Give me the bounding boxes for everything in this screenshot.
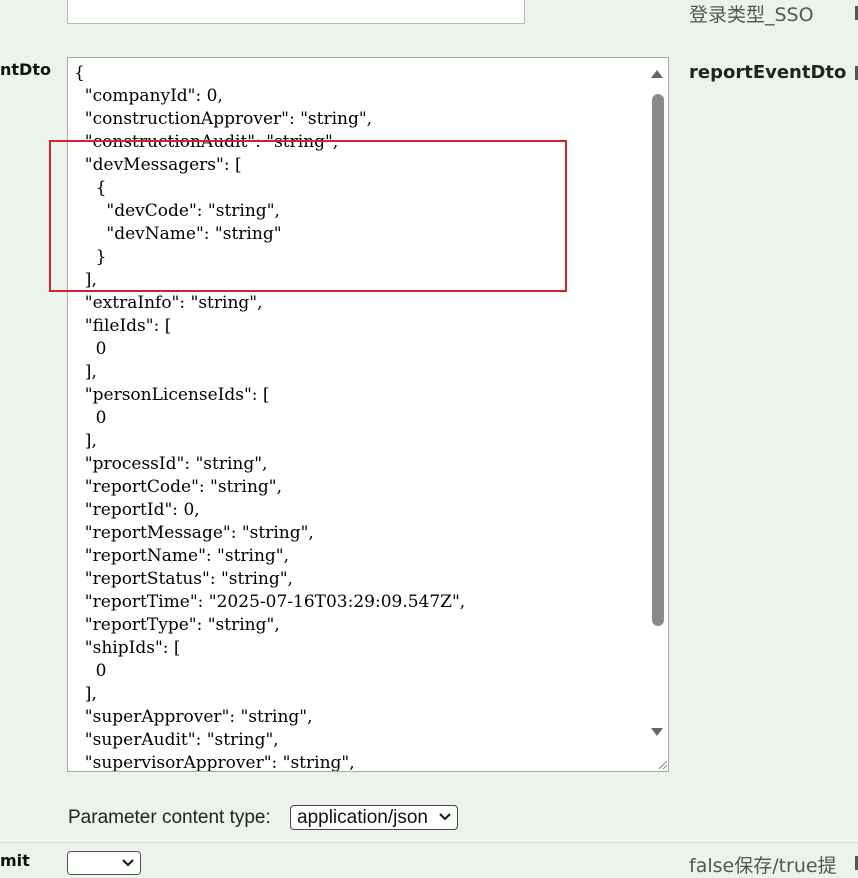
- next-parameter-select[interactable]: [67, 851, 141, 875]
- code-line: ],: [74, 684, 97, 704]
- code-line: "supervisorApprover": "string",: [74, 753, 355, 772]
- code-line: "extraInfo": "string",: [74, 293, 263, 313]
- content-type-label: Parameter content type:: [68, 807, 271, 828]
- parameter-schema-name: reportEventDto: [689, 62, 847, 83]
- annotation-highlight-box: [49, 140, 567, 292]
- top-parameter-description: 登录类型_SSO: [689, 4, 814, 26]
- code-line: "reportName": "string",: [74, 546, 290, 566]
- code-line: {: [74, 63, 85, 83]
- code-line: "shipIds": [: [74, 638, 181, 658]
- code-line: "reportCode": "string",: [74, 477, 283, 497]
- code-line: "companyId": 0,: [74, 86, 223, 106]
- code-line: "constructionApprover": "string",: [74, 109, 373, 129]
- code-line: "fileIds": [: [74, 316, 172, 336]
- code-line: "reportId": 0,: [74, 500, 200, 520]
- code-line: "superAudit": "string",: [74, 730, 279, 750]
- content-type-selected-value: application/json: [297, 806, 428, 828]
- code-line: 0: [74, 661, 107, 681]
- scroll-down-arrow-icon[interactable]: [649, 724, 665, 740]
- row-divider: [0, 842, 858, 843]
- code-line: "personLicenseIds": [: [74, 385, 270, 405]
- code-line: ],: [74, 431, 97, 451]
- next-parameter-name: mit: [0, 851, 30, 870]
- scroll-up-arrow-icon[interactable]: [649, 66, 665, 82]
- code-line: 0: [74, 408, 107, 428]
- code-line: ],: [74, 362, 97, 382]
- code-line: 0: [74, 339, 107, 359]
- scrollbar-thumb[interactable]: [652, 94, 664, 626]
- code-line: "reportType": "string",: [74, 615, 280, 635]
- code-line: "superApprover": "string",: [74, 707, 313, 727]
- chevron-down-icon: [439, 813, 451, 821]
- content-type-select[interactable]: application/json: [290, 805, 458, 830]
- code-line: "reportTime": "2025-07-16T03:29:09.547Z"…: [74, 592, 466, 612]
- next-parameter-description: false保存/true提: [689, 855, 837, 877]
- code-line: "reportMessage": "string",: [74, 523, 314, 543]
- code-line: "processId": "string",: [74, 454, 268, 474]
- code-line: "reportStatus": "string",: [74, 569, 293, 589]
- parameter-name: ntDto: [0, 60, 51, 79]
- top-text-input[interactable]: [67, 0, 525, 24]
- resize-grip-icon[interactable]: [656, 758, 668, 770]
